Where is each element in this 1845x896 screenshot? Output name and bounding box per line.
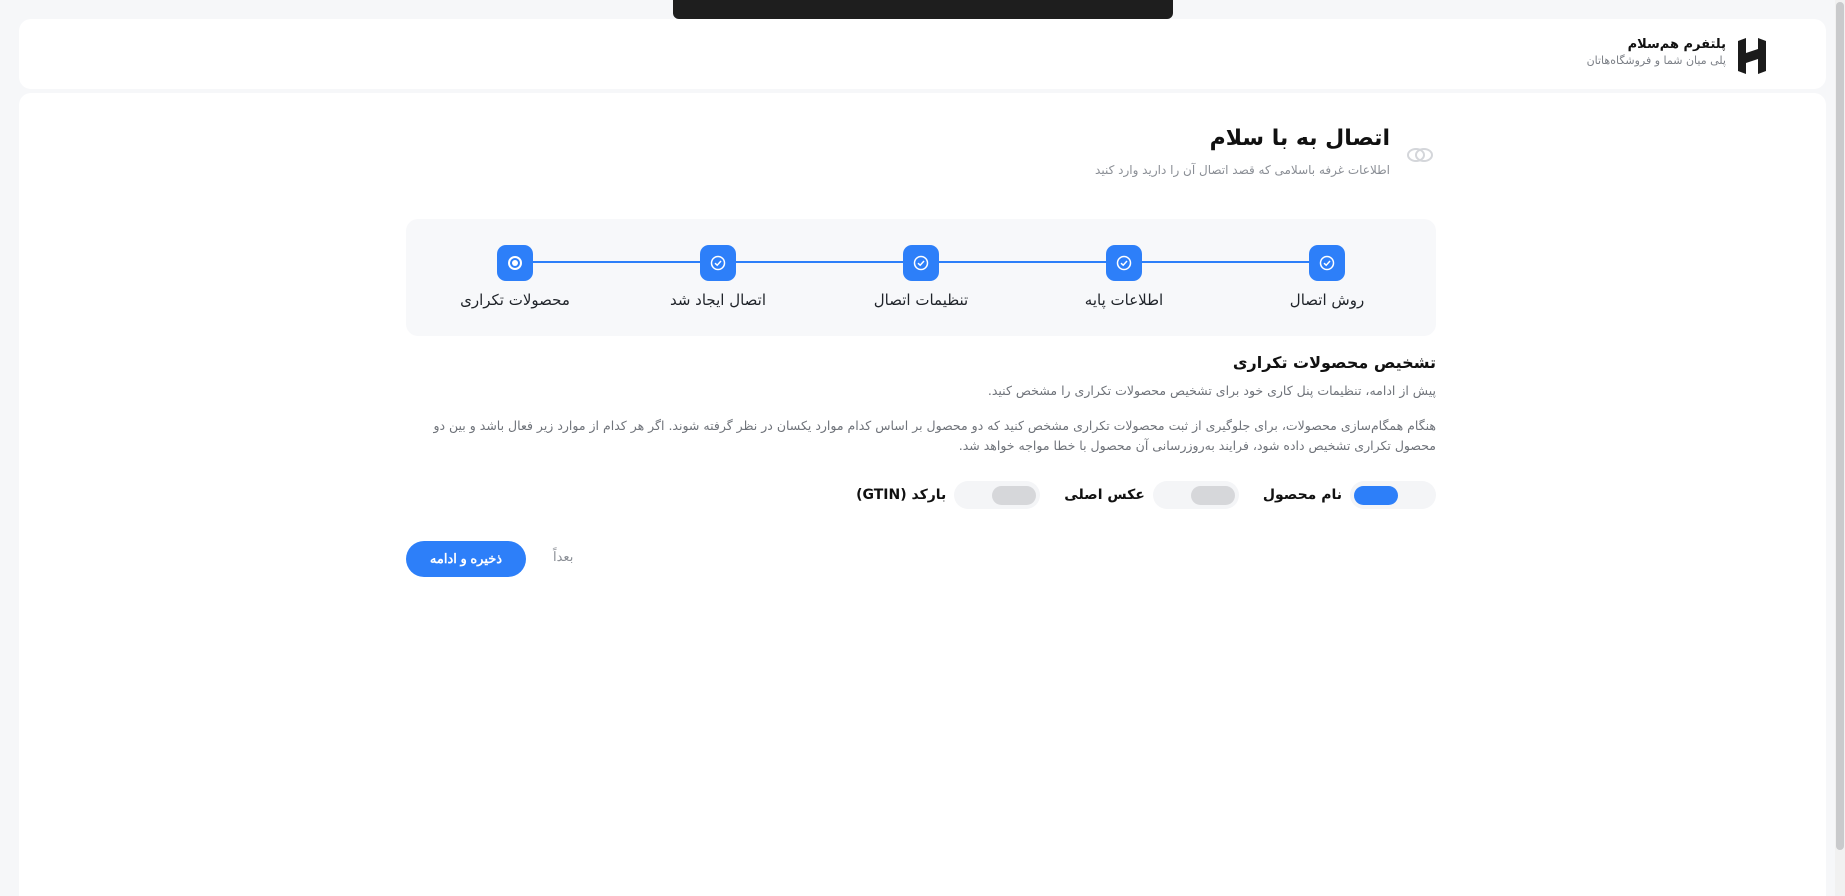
- page: پلتفرم هم‌سلام پلی میان شما و فروشگاه‌ها…: [0, 0, 1845, 896]
- check-icon: [1116, 255, 1132, 271]
- section-description: پیش از ادامه، تنظیمات پنل کاری خود برای …: [987, 383, 1436, 398]
- step-label: اطلاعات پایه: [1084, 291, 1164, 309]
- step-done-indicator: [1106, 245, 1142, 281]
- toggle-barcode: بارکد (GTIN): [856, 481, 1041, 509]
- header: پلتفرم هم‌سلام پلی میان شما و فروشگاه‌ها…: [19, 19, 1826, 89]
- scrollbar-thumb[interactable]: [1836, 2, 1844, 850]
- check-icon: [710, 255, 726, 271]
- save-and-continue-button[interactable]: ذخیره و ادامه: [406, 541, 526, 577]
- brand-tagline: پلی میان شما و فروشگاه‌هاتان: [1586, 54, 1726, 67]
- step-done-indicator: [700, 245, 736, 281]
- page-title: اتصال به با سلام: [1209, 126, 1390, 151]
- barcode-switch[interactable]: [954, 481, 1041, 509]
- radio-dot-icon: [508, 256, 522, 270]
- check-icon: [913, 255, 929, 271]
- duplicate-criteria-toggles: نام محصول عکس اصلی بارکد (GTIN): [856, 481, 1436, 509]
- toggle-main-image: عکس اصلی: [1064, 481, 1239, 509]
- product-name-switch[interactable]: [1350, 481, 1436, 509]
- link-icon: [1407, 148, 1433, 162]
- duplicate-detection-section: تشخیص محصولات تکراری پیش از ادامه، تنظیم…: [406, 352, 1436, 456]
- switch-knob: [992, 486, 1037, 505]
- brand[interactable]: پلتفرم هم‌سلام پلی میان شما و فروشگاه‌ها…: [1587, 37, 1768, 75]
- section-note: هنگام همگام‌سازی محصولات، برای جلوگیری ا…: [433, 418, 1436, 453]
- step-label: محصولات تکراری: [460, 291, 570, 309]
- section-title: تشخیص محصولات تکراری: [1232, 353, 1436, 372]
- toggle-product-name: نام محصول: [1263, 481, 1436, 509]
- step-done-indicator: [903, 245, 939, 281]
- brand-name: پلتفرم هم‌سلام: [1627, 37, 1726, 52]
- top-notification-bar: [673, 0, 1173, 19]
- later-button[interactable]: بعداً: [553, 549, 573, 565]
- toggle-label: بارکد (GTIN): [856, 487, 947, 503]
- brand-logo-icon: [1738, 38, 1766, 74]
- toggle-label: نام محصول: [1262, 487, 1342, 503]
- step-connection-settings[interactable]: تنظیمات اتصال: [846, 245, 996, 309]
- check-icon: [1319, 255, 1335, 271]
- step-connection-method[interactable]: روش اتصال: [1252, 245, 1402, 309]
- toggle-label: عکس اصلی: [1064, 487, 1145, 503]
- title-block: اتصال به با سلام اطلاعات غرفه باسلامی که…: [1095, 125, 1390, 177]
- scrollbar[interactable]: [1835, 0, 1845, 896]
- step-label: اتصال ایجاد شد: [669, 291, 767, 309]
- switch-knob: [1190, 486, 1235, 505]
- step-connection-created[interactable]: اتصال ایجاد شد: [643, 245, 793, 309]
- step-current-indicator: [497, 245, 533, 281]
- switch-knob: [1354, 486, 1398, 505]
- stepper: روش اتصال اطلاعات پایه تنظیمات اتصال اتص…: [406, 219, 1436, 336]
- step-label: تنظیمات اتصال: [873, 291, 969, 309]
- step-done-indicator: [1309, 245, 1345, 281]
- page-subtitle: اطلاعات غرفه باسلامی که قصد اتصال آن را …: [1095, 163, 1390, 177]
- main-image-switch[interactable]: [1152, 481, 1239, 509]
- step-basic-info[interactable]: اطلاعات پایه: [1049, 245, 1199, 309]
- step-duplicate-products[interactable]: محصولات تکراری: [440, 245, 590, 309]
- step-label: روش اتصال: [1289, 291, 1365, 309]
